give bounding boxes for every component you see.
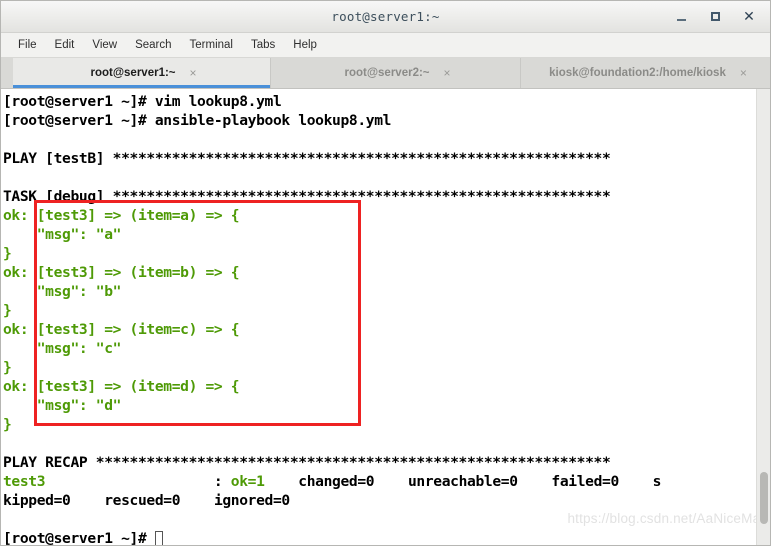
tab-kiosk-foundation2[interactable]: kiosk@foundation2:/home/kiosk ×: [521, 58, 770, 88]
title-bar: root@server1:~ ✕: [1, 1, 770, 33]
scrollbar-thumb[interactable]: [760, 472, 768, 524]
close-button[interactable]: ✕: [732, 4, 766, 30]
menu-item-view[interactable]: View: [83, 37, 126, 53]
terminal-line-msg-a: "msg": "a": [3, 226, 122, 243]
terminal-line-msg-c: "msg": "c": [3, 340, 122, 357]
terminal-line: [root@server1 ~]# ansible-playbook looku…: [3, 112, 392, 129]
maximize-icon: [710, 12, 720, 21]
menu-bar: File Edit View Search Terminal Tabs Help: [1, 33, 770, 58]
menu-item-search[interactable]: Search: [126, 37, 180, 53]
recap-changed: changed=0: [298, 473, 375, 490]
terminal-line-brace: }: [3, 359, 12, 376]
terminal-line-msg-b: "msg": "b": [3, 283, 122, 300]
maximize-button[interactable]: [698, 4, 732, 30]
terminal-line-brace: }: [3, 302, 12, 319]
menu-item-edit[interactable]: Edit: [46, 37, 84, 53]
terminal-line-ok-c: ok: [test3] => (item=c) => {: [3, 321, 240, 338]
tab-close-icon[interactable]: ×: [740, 67, 747, 79]
recap-pad-6: [619, 473, 653, 490]
recap-pad-7: [71, 492, 105, 509]
recap-ok: ok=1: [230, 473, 265, 490]
recap-pad-5: [518, 473, 552, 490]
terminal-window: root@server1:~ ✕ File Edit View Search T…: [0, 0, 771, 546]
tab-label: root@server1:~: [90, 67, 176, 79]
recap-ignored: ignored=0: [213, 492, 290, 509]
recap-failed: failed=0: [551, 473, 619, 490]
terminal-final-prompt: [root@server1 ~]#: [3, 529, 756, 546]
terminal-line-brace: }: [3, 245, 12, 262]
terminal-line-brace: }: [3, 416, 12, 433]
menu-item-file[interactable]: File: [9, 37, 46, 53]
minimize-icon: [676, 18, 686, 21]
terminal-line-play-recap: PLAY RECAP *****************************…: [3, 454, 611, 471]
tab-root-server2[interactable]: root@server2:~ ×: [271, 58, 521, 88]
window-controls: ✕: [664, 1, 766, 32]
terminal-cursor: [154, 531, 163, 545]
terminal-area: [root@server1 ~]# vim lookup8.yml [root@…: [1, 89, 770, 546]
terminal-line-ok-d: ok: [test3] => (item=d) => {: [3, 378, 240, 395]
tab-close-icon[interactable]: ×: [444, 67, 451, 79]
terminal-line-task-header: TASK [debug] ***************************…: [3, 188, 611, 205]
menu-item-tabs[interactable]: Tabs: [242, 37, 284, 53]
recap-skipped-tail: kipped=0: [3, 492, 71, 509]
terminal-line-recap-stats: test3 : ok=1 changed=0 unreachable=0 fai…: [3, 472, 756, 491]
recap-pad-1: [45, 473, 214, 490]
tab-close-icon[interactable]: ×: [190, 67, 197, 79]
terminal-line-msg-d: "msg": "d": [3, 397, 122, 414]
close-icon: ✕: [743, 8, 755, 25]
recap-unreachable: unreachable=0: [407, 473, 518, 490]
terminal-line: [root@server1 ~]# vim lookup8.yml: [3, 93, 282, 110]
terminal-line-recap-wrap: kipped=0 rescued=0 ignored=0: [3, 491, 756, 510]
recap-pad-2: [222, 473, 230, 490]
window-title: root@server1:~: [331, 9, 440, 24]
terminal-line-ok-a: ok: [test3] => (item=a) => {: [3, 207, 240, 224]
tab-bar: root@server1:~ × root@server2:~ × kiosk@…: [1, 58, 770, 89]
terminal-output[interactable]: [root@server1 ~]# vim lookup8.yml [root@…: [1, 89, 756, 546]
watermark-text: https://blog.csdn.net/AaNiceMan: [567, 511, 768, 526]
minimize-button[interactable]: [664, 4, 698, 30]
terminal-scrollbar[interactable]: [756, 89, 770, 545]
tab-bar-lead-spacer: [1, 58, 13, 88]
tab-label: kiosk@foundation2:/home/kiosk: [549, 67, 726, 79]
prompt-text: [root@server1 ~]#: [3, 530, 155, 546]
terminal-line-ok-b: ok: [test3] => (item=b) => {: [3, 264, 240, 281]
recap-pad-4: [374, 473, 408, 490]
recap-host: test3: [3, 473, 46, 490]
recap-pad-3: [265, 473, 299, 490]
tab-root-server1[interactable]: root@server1:~ ×: [13, 58, 271, 88]
menu-item-terminal[interactable]: Terminal: [181, 37, 242, 53]
recap-skipped-head: s: [652, 473, 662, 490]
terminal-line-play-header: PLAY [testB] ***************************…: [3, 150, 611, 167]
tab-label: root@server2:~: [344, 67, 430, 79]
recap-pad-8: [180, 492, 214, 509]
menu-item-help[interactable]: Help: [284, 37, 326, 53]
recap-rescued: rescued=0: [104, 492, 181, 509]
